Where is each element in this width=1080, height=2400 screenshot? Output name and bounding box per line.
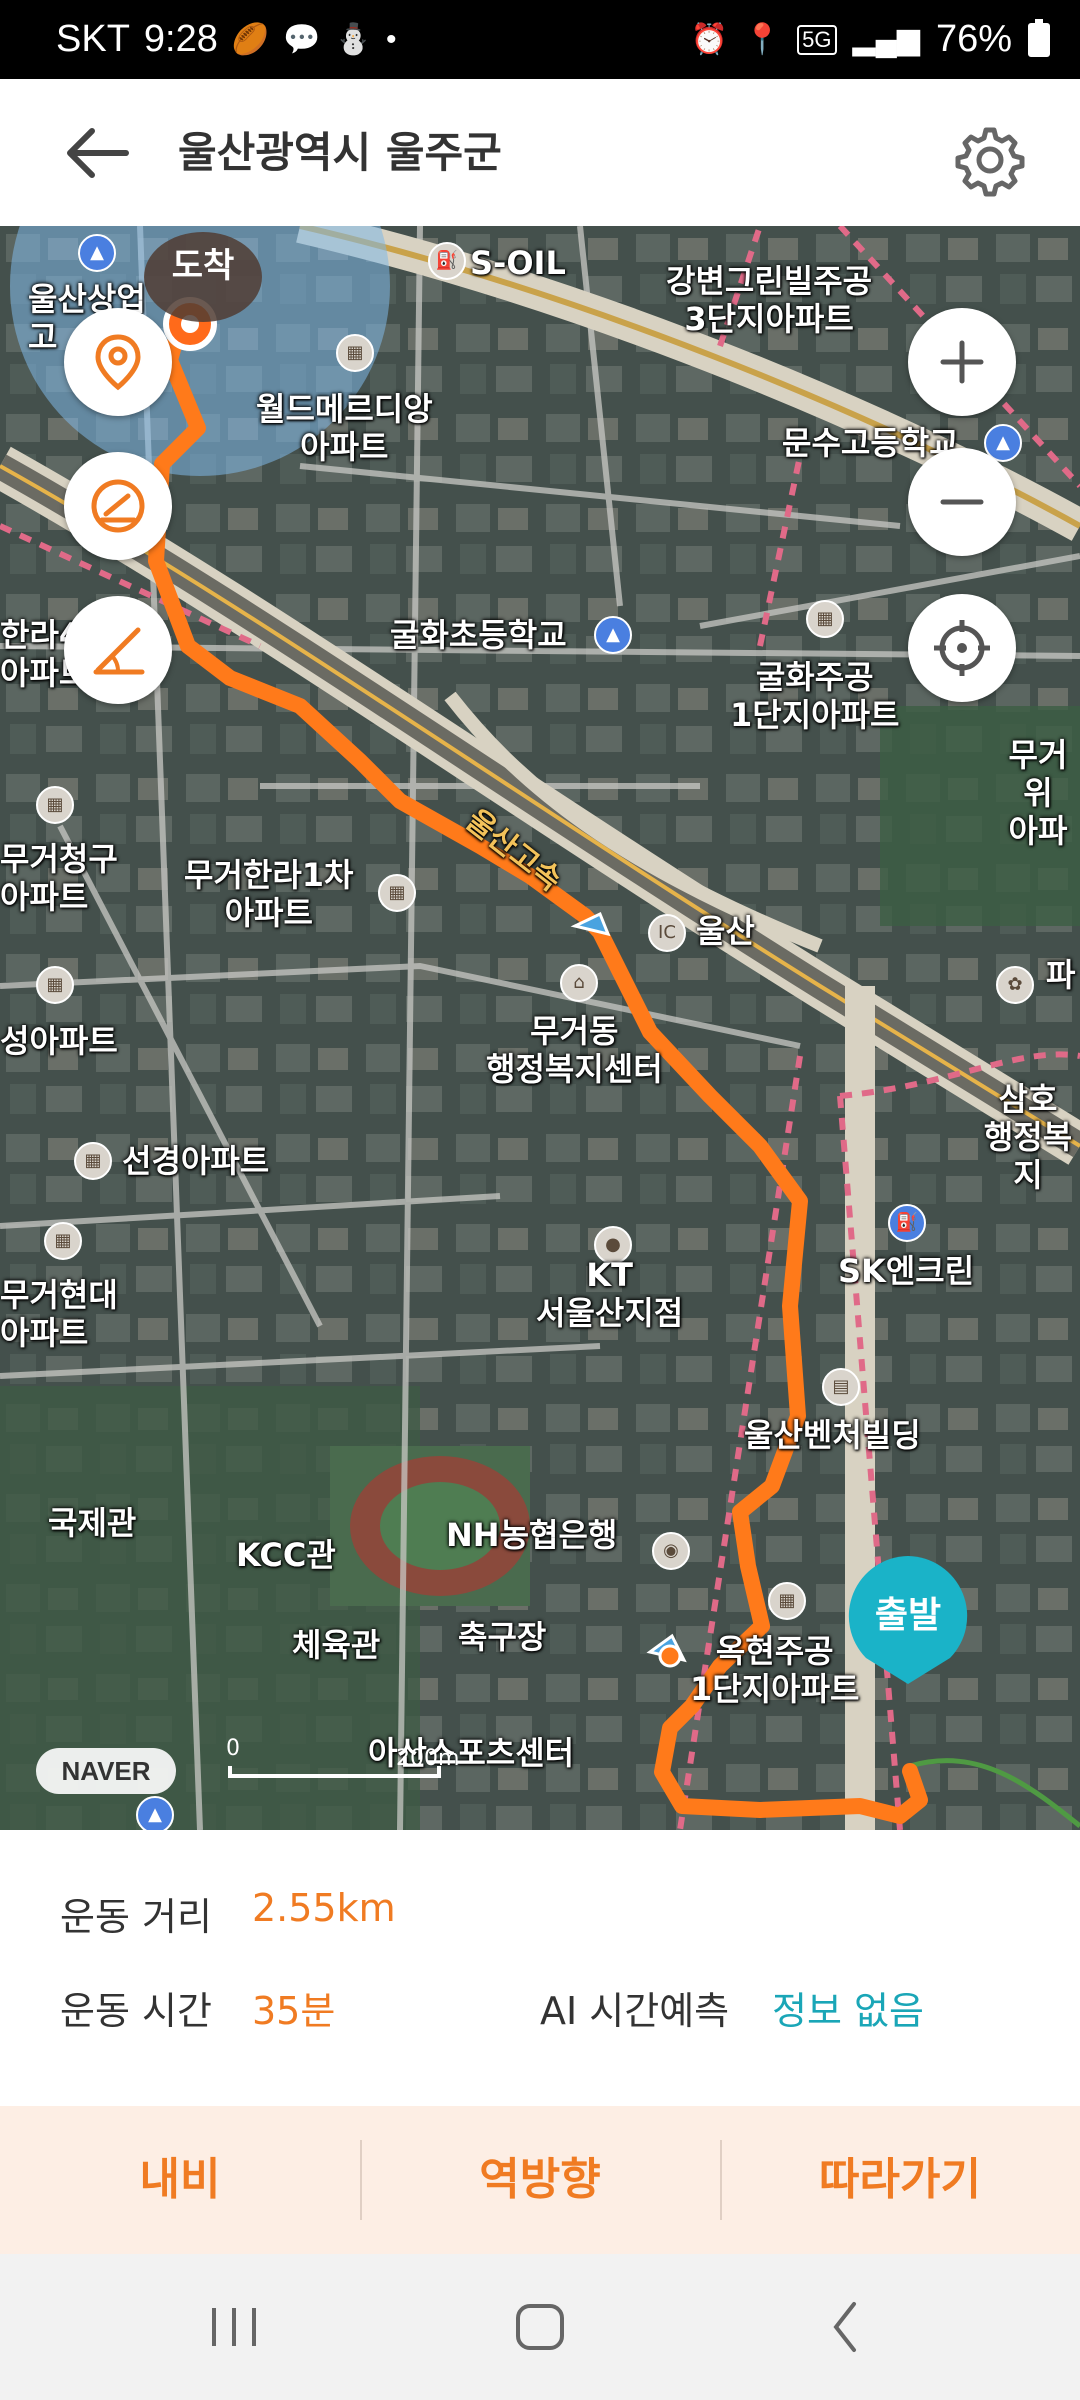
slope-icon bbox=[93, 627, 145, 675]
map-label-mugeo-halla: 무거한라1차 아파트 bbox=[184, 856, 354, 932]
page-title: 울산광역시 울주군 bbox=[178, 128, 502, 177]
app-header: 울산광역시 울주군 bbox=[0, 79, 1080, 227]
scale-label: 200m bbox=[396, 1746, 460, 1771]
crosshair-icon bbox=[934, 620, 990, 676]
system-nav-bar bbox=[0, 2254, 1080, 2400]
distance-value: 2.55km bbox=[252, 1886, 396, 1930]
map-label-gulhwa-apt: 굴화주공 1단지아파트 bbox=[730, 658, 900, 734]
zoom-in-button[interactable] bbox=[908, 308, 1016, 416]
arrival-marker[interactable]: 도착 bbox=[144, 232, 262, 322]
speedometer-icon bbox=[91, 479, 145, 533]
map-label-mugeo-hyundai: 무거현대 아파트 bbox=[0, 1276, 118, 1352]
speed-button[interactable] bbox=[64, 452, 172, 560]
rugby-icon: 🏉 bbox=[231, 23, 270, 56]
time-value: 35분 bbox=[252, 1989, 336, 2033]
map-label-soccer: 축구장 bbox=[458, 1618, 547, 1656]
recent-apps-icon bbox=[212, 2308, 256, 2346]
map-label-mugeo-right: 무거위 아파 bbox=[1008, 736, 1068, 850]
plus-icon bbox=[940, 340, 984, 384]
elevation-button[interactable] bbox=[64, 596, 172, 704]
settings-button[interactable] bbox=[950, 120, 1030, 200]
carrier-label: SKT bbox=[56, 18, 130, 60]
network-badge: 5G bbox=[797, 24, 837, 55]
apartment-poi-icon[interactable]: ▦ bbox=[336, 334, 374, 372]
map-pin-icon bbox=[95, 334, 141, 391]
minus-icon bbox=[940, 499, 984, 505]
reverse-button[interactable]: 역방향 bbox=[360, 2106, 720, 2254]
map-scale: 0 200m bbox=[226, 1736, 459, 1784]
map-label-gym: 체육관 bbox=[292, 1626, 381, 1664]
bank-poi-icon[interactable]: ◉ bbox=[652, 1532, 690, 1570]
ai-estimate-value: 정보 없음 bbox=[772, 1989, 924, 2033]
navi-button[interactable]: 내비 bbox=[0, 2106, 360, 2254]
gear-icon bbox=[955, 127, 1025, 197]
person-icon: ⛄ bbox=[334, 23, 372, 56]
start-marker[interactable]: 출발 bbox=[848, 1556, 968, 1684]
map-label-kt: KT 서울산지점 bbox=[536, 1256, 684, 1332]
zoom-out-button[interactable] bbox=[908, 448, 1016, 556]
apartment-poi-icon[interactable]: ▦ bbox=[74, 1142, 112, 1180]
alarm-icon: ⏰ bbox=[690, 23, 728, 56]
apartment-poi-icon[interactable]: ▦ bbox=[806, 600, 844, 638]
apartment-poi-icon[interactable]: ▦ bbox=[768, 1582, 806, 1620]
apartment-poi-icon[interactable]: ▦ bbox=[44, 1222, 82, 1260]
building-poi-icon[interactable]: ▤ bbox=[822, 1368, 860, 1406]
map-label-world: 월드메르디앙 아파트 bbox=[256, 390, 433, 466]
my-location-pin-button[interactable] bbox=[64, 308, 172, 416]
ai-estimate-label: AI 시간예측 bbox=[540, 1989, 730, 2033]
map-label-ic: 울산 bbox=[696, 912, 755, 950]
status-bar: SKT 9:28 🏉 💬 ⛄ • ⏰ 📍 5G ▂▄▆ 76% bbox=[0, 0, 1080, 79]
map-label-park: 파 bbox=[1046, 956, 1076, 994]
route-info-panel: 운동 거리 2.55km 운동 시간 35분 AI 시간예측 정보 없음 bbox=[0, 1830, 1080, 2106]
map-label-seongyeong: 선경아파트 bbox=[122, 1142, 270, 1180]
gas-station-poi-icon[interactable]: ⛽ bbox=[428, 242, 466, 280]
school-poi-icon[interactable]: ▲ bbox=[136, 1796, 174, 1830]
action-bar: 내비 역방향 따라가기 bbox=[0, 2106, 1080, 2254]
system-back-button[interactable] bbox=[806, 2294, 886, 2360]
map-label-soil: S-OIL bbox=[470, 244, 566, 282]
follow-button[interactable]: 따라가기 bbox=[720, 2106, 1080, 2254]
apartment-poi-icon[interactable]: ▦ bbox=[378, 874, 416, 912]
distance-label: 운동 거리 bbox=[60, 1895, 212, 1939]
clock: 9:28 bbox=[143, 18, 218, 60]
recent-apps-button[interactable] bbox=[194, 2294, 274, 2360]
apartment-poi-icon[interactable]: ▦ bbox=[36, 786, 74, 824]
map-view[interactable]: 도착 ▲ ▦ ⛽ ▲ ▲ ▦ ▦ ▦ IC ⌂ ✿ ▦ ▦ ● ⛽ ▦ ▤ ◉ … bbox=[0, 226, 1080, 1830]
naver-logo: NAVER bbox=[36, 1748, 176, 1794]
map-label-kcc: KCC관 bbox=[236, 1536, 336, 1574]
scale-zero: 0 bbox=[226, 1736, 240, 1761]
chat-icon: 💬 bbox=[283, 23, 321, 56]
current-location-button[interactable] bbox=[908, 594, 1016, 702]
map-label-okhyeon: 옥현주공 1단지아파트 bbox=[690, 1632, 860, 1708]
map-label-gangbyeon: 강변그린빌주공 3단지아파트 bbox=[666, 262, 873, 338]
apartment-poi-icon[interactable]: ▦ bbox=[36, 966, 74, 1004]
map-label-nh: NH농협은행 bbox=[446, 1516, 618, 1554]
map-label-sk: SK엔크린 bbox=[838, 1252, 975, 1290]
map-label-mugeo-cheonggu: 무거청구 아파트 bbox=[0, 840, 118, 916]
map-label-venture: 울산벤처빌딩 bbox=[744, 1416, 921, 1454]
school-poi-icon[interactable]: ▲ bbox=[78, 234, 116, 272]
government-poi-icon[interactable]: ⌂ bbox=[560, 964, 598, 1002]
home-icon bbox=[516, 2304, 564, 2350]
battery-percent: 76% bbox=[935, 18, 1012, 60]
battery-icon bbox=[1028, 18, 1050, 57]
school-poi-icon[interactable]: ▲ bbox=[594, 616, 632, 654]
start-marker-label: 출발 bbox=[874, 1595, 942, 1636]
park-poi-icon[interactable]: ✿ bbox=[996, 966, 1034, 1004]
gas-station-poi-icon[interactable]: ⛽ bbox=[888, 1204, 926, 1242]
ic-poi-icon[interactable]: IC bbox=[648, 914, 686, 952]
map-label-gulhwa-school: 굴화초등학교 bbox=[390, 616, 567, 654]
chevron-left-icon bbox=[833, 2302, 856, 2352]
home-button[interactable] bbox=[500, 2294, 580, 2360]
map-label-mugeo-dong: 무거동 행정복지센터 bbox=[486, 1012, 663, 1088]
map-label-gukje: 국제관 bbox=[48, 1504, 137, 1542]
time-label: 운동 시간 bbox=[60, 1989, 212, 2033]
back-button[interactable] bbox=[62, 121, 142, 185]
map-label-samho: 삼호 행정복지 bbox=[983, 1080, 1073, 1194]
signal-icon: ▂▄▆ bbox=[852, 23, 920, 56]
map-label-seongsung: 성아파트 bbox=[0, 1022, 118, 1060]
arrow-left-icon bbox=[67, 128, 129, 178]
dot-icon: • bbox=[385, 22, 397, 56]
location-icon: 📍 bbox=[743, 23, 782, 56]
